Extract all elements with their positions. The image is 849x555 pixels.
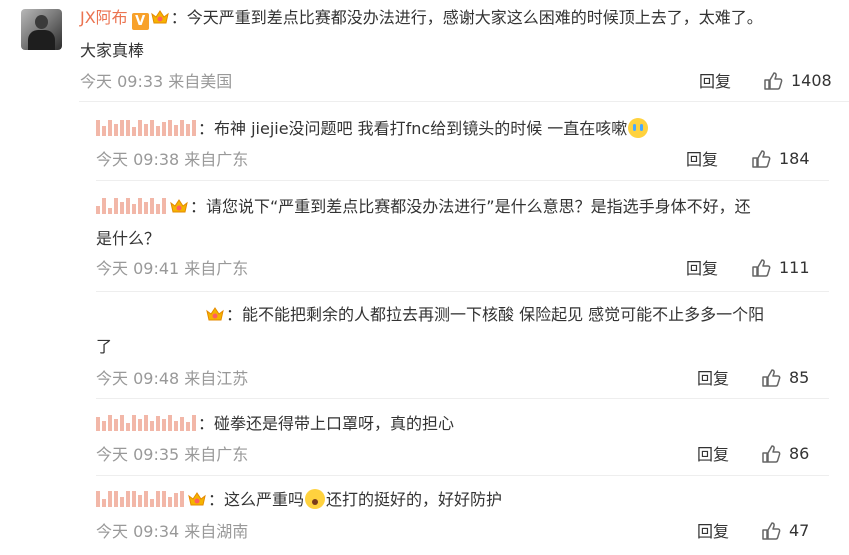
reply-5-text-b: 还打的挺好的，好好防护 [326,490,503,509]
reply-5-like-count: 47 [789,521,810,540]
reply-4-like-count: 86 [789,444,810,463]
author-nickname[interactable]: JX阿布 [80,8,128,27]
reply-3-reply-button[interactable]: 回复 [697,368,729,390]
reply-divider [96,475,829,476]
reply-1-like-button[interactable]: 184 [751,148,810,170]
crying-emoji-icon [628,118,649,138]
reply-5-text-a: ：这么严重吗 [208,490,305,509]
reply-5-like-button[interactable]: 47 [761,520,809,542]
thumbs-up-icon [752,150,771,168]
main-comment-time: 今天 09:33 来自美国 [80,72,233,91]
main-like-button[interactable]: 1408 [763,70,832,92]
reply-1-text: ：布神 jiejie没问题吧 我看打fnc给到镜头的时候 一直在咳嗽 [198,119,628,138]
reply-4-text: ：碰拳还是得带上口罩呀，真的担心 [198,414,455,433]
main-comment-text: ：今天严重到差点比赛都没办法进行，感谢大家这么困难的时候顶上去了，太难了。 [170,8,763,27]
reply-5-time: 今天 09:34 来自湖南 [96,522,249,541]
main-reply-button[interactable]: 回复 [699,71,731,93]
reply-4-reply-button[interactable]: 回复 [697,444,729,466]
thumbs-up-icon [762,445,781,463]
scared-emoji-icon [305,489,326,509]
reply-3-like-button[interactable]: 85 [761,367,809,389]
reply-3-line1: ：能不能把剩余的人都拉去再测一下核酸 保险起见 感觉可能不止多多一个阳 [204,304,764,326]
verified-badge-icon: V [131,13,149,30]
avatar-head [35,15,48,29]
reply-2-like-count: 111 [779,258,810,277]
reply-5-reply-button[interactable]: 回复 [697,521,729,543]
reply-1-time: 今天 09:38 来自广东 [96,150,249,169]
reply-2-time: 今天 09:41 来自广东 [96,259,249,278]
thumbs-up-icon [752,259,771,277]
reply-divider [96,180,829,181]
fan-crown-icon [170,199,188,213]
reply-2-line2: 是什么？ [96,229,161,248]
fan-crown-icon [150,10,169,24]
fan-crown-icon [206,307,224,321]
reply-2-reply-button[interactable]: 回复 [686,258,718,280]
reply-section-top-divider [79,101,849,102]
reply-2-like-button[interactable]: 111 [751,257,810,279]
main-comment-line1: JX阿布 V ：今天严重到差点比赛都没办法进行，感谢大家这么困难的时候顶上去了，太难… [80,7,763,30]
reply-1-like-count: 184 [779,149,810,168]
main-comment-line2: 大家真棒 [80,41,145,60]
reply-5-author[interactable] [96,491,186,507]
reply-divider [96,291,829,292]
reply-3-text: ：能不能把剩余的人都拉去再测一下核酸 保险起见 感觉可能不止多多一个阳 [226,305,765,324]
reply-5-line: ：这么严重吗 还打的挺好的，好好防护 [96,489,502,511]
reply-3-line2: 了 [96,337,113,356]
fan-crown-icon [188,492,206,506]
thumbs-up-icon [762,522,781,540]
reply-1-line: ：布神 jiejie没问题吧 我看打fnc给到镜头的时候 一直在咳嗽 [96,118,649,140]
thumbs-up-icon [762,369,781,387]
main-like-count: 1408 [791,71,832,90]
reply-4-like-button[interactable]: 86 [761,443,809,465]
reply-1-reply-button[interactable]: 回复 [686,149,718,171]
reply-2-author[interactable] [96,198,168,214]
reply-3-time: 今天 09:48 来自江苏 [96,369,249,388]
reply-1-author[interactable] [96,120,198,136]
avatar-body [28,30,55,50]
reply-4-author[interactable] [96,415,198,431]
reply-3-like-count: 85 [789,368,810,387]
reply-4-time: 今天 09:35 来自广东 [96,445,249,464]
reply-2-text: ：请您说下“严重到差点比赛都没办法进行”是什么意思？是指选手身体不好，还 [190,197,751,216]
reply-4-line: ：碰拳还是得带上口罩呀，真的担心 [96,413,454,435]
avatar[interactable] [21,9,62,50]
thumbs-up-icon [764,72,783,90]
reply-2-line1: ：请您说下“严重到差点比赛都没办法进行”是什么意思？是指选手身体不好，还 [96,196,751,218]
reply-divider [96,398,829,399]
